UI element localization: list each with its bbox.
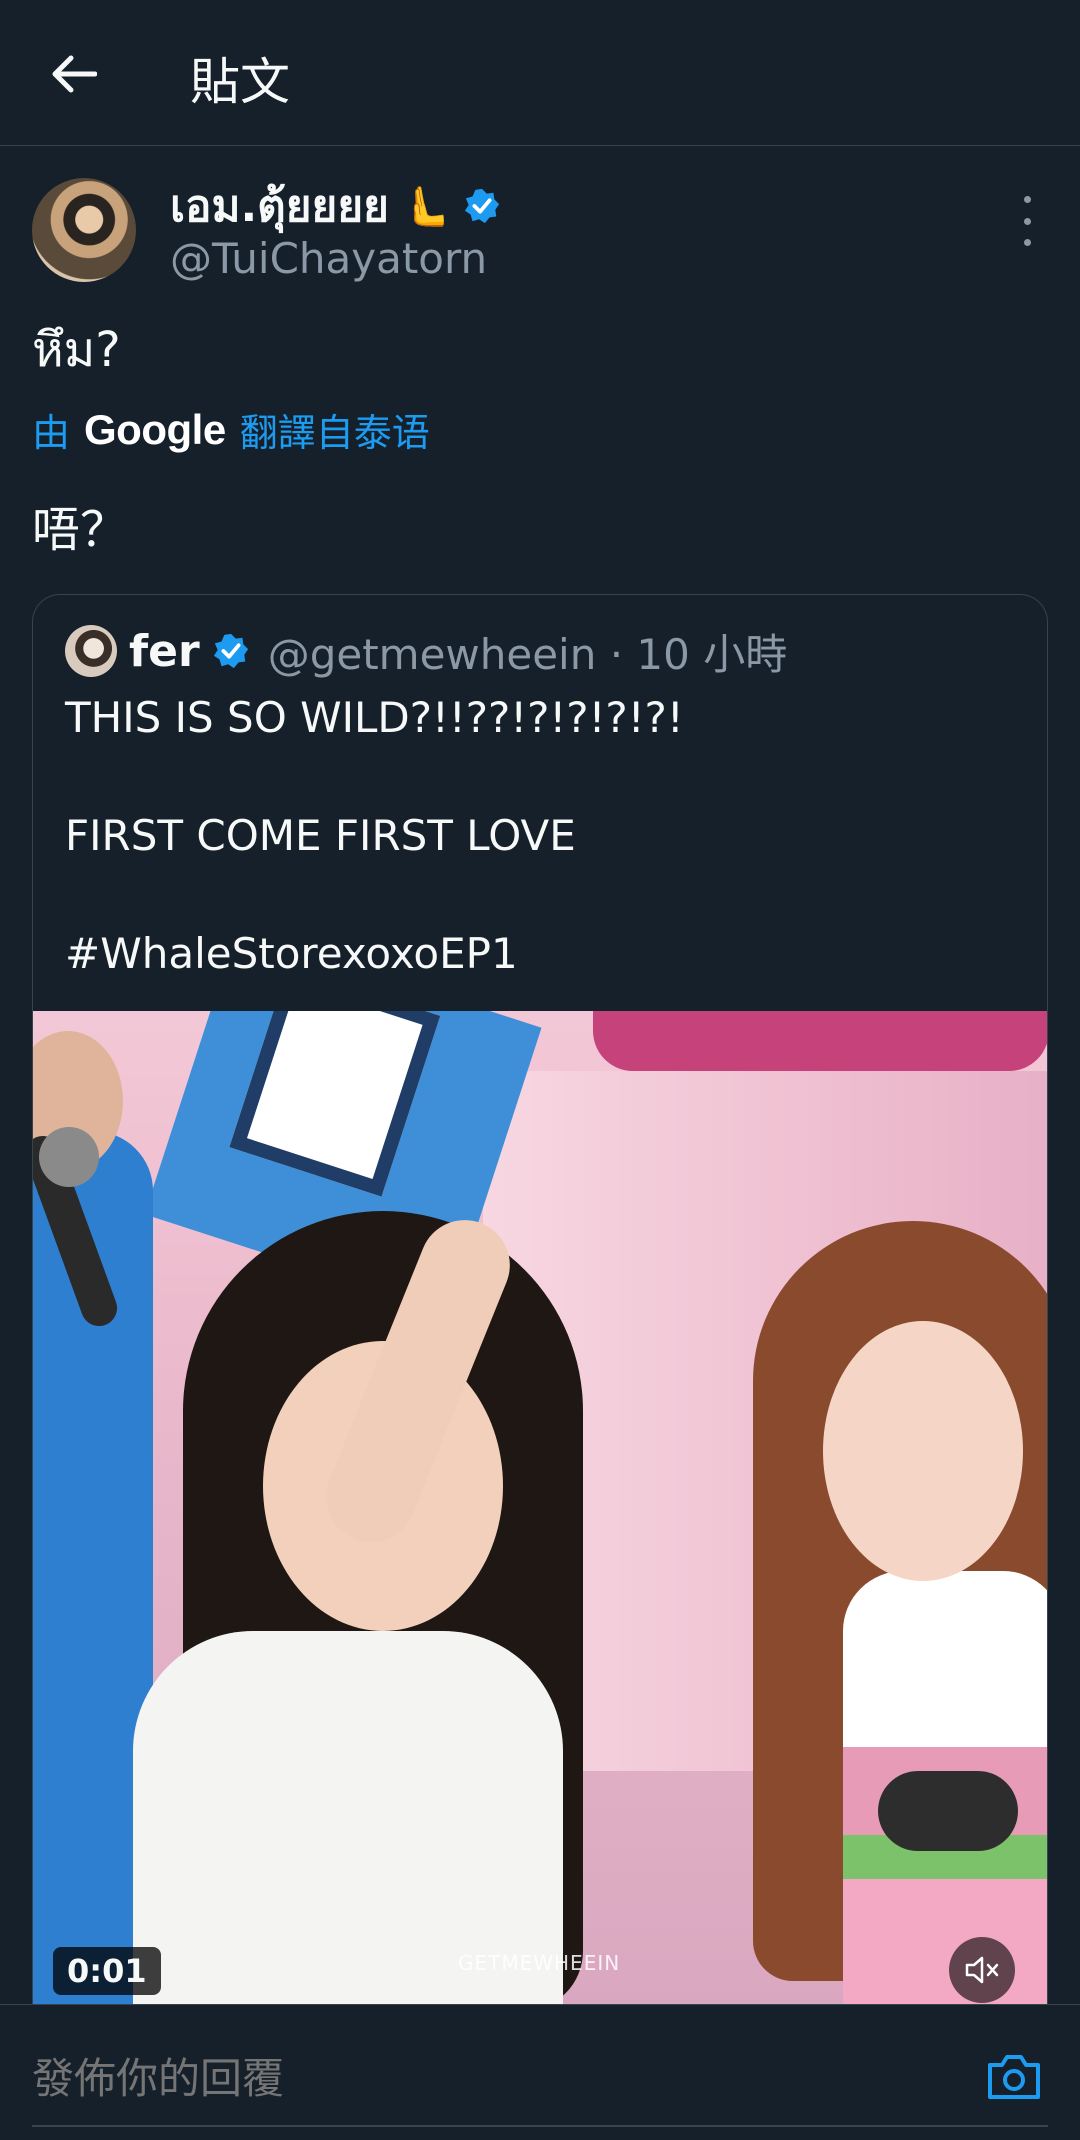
quote-avatar xyxy=(65,625,117,677)
mute-button[interactable] xyxy=(949,1937,1015,2003)
author-handle[interactable]: @TuiChayatorn xyxy=(170,234,487,283)
person-right-face xyxy=(823,1321,1023,1581)
quote-author-name: fer xyxy=(129,625,200,677)
translate-prefix: 由 xyxy=(32,411,71,455)
camera-icon xyxy=(988,2055,1040,2099)
tweet-text: หึม? xyxy=(32,322,121,378)
reply-bar xyxy=(0,2004,1080,2140)
page-title: 貼文 xyxy=(190,53,290,111)
author-avatar[interactable] xyxy=(32,178,136,282)
microphone-head xyxy=(39,1127,99,1187)
arrow-left-icon xyxy=(52,55,97,93)
google-logo: Google xyxy=(84,405,226,453)
translated-text: 唔？ xyxy=(32,502,129,558)
verified-badge-icon xyxy=(464,188,499,224)
camera-button[interactable] xyxy=(986,2051,1042,2101)
author-name: เอม.ตุ้ยยยย xyxy=(170,181,389,232)
volume-mute-icon xyxy=(965,1956,999,1984)
bow-accessory xyxy=(878,1771,1018,1851)
quote-handle-time: @getmewheein · 10 小時 xyxy=(267,629,788,679)
quote-text-line: THIS IS SO WILD?!!??!?!?!?!?! xyxy=(65,693,684,742)
translate-source: 翻譯自泰语 xyxy=(239,411,430,455)
reply-input[interactable] xyxy=(32,2049,932,2109)
back-button[interactable] xyxy=(44,44,104,104)
top-bar: 貼文 xyxy=(0,0,1080,146)
app-root: 貼文 เอม.ตุ้ยยยย 🫷 @TuiChayatorn หึม? 由 Go… xyxy=(0,0,1080,2140)
author-name-row[interactable]: เอม.ตุ้ยยยย 🫷 xyxy=(170,178,501,234)
hand-emoji: 🫷 xyxy=(400,183,451,230)
verified-badge-icon xyxy=(213,633,248,669)
reply-underline xyxy=(32,2125,1048,2127)
quote-hashtag[interactable]: #WhaleStorexoxoEP1 xyxy=(65,929,518,978)
quote-text-line: FIRST COME FIRST LOVE xyxy=(65,811,576,860)
quote-header: fer @getmewheein · 10 小時 xyxy=(129,619,787,683)
stage-banner xyxy=(593,1011,1047,1071)
translation-attribution[interactable]: 由 Google 翻譯自泰语 xyxy=(32,402,430,457)
person-center-body xyxy=(133,1631,563,2004)
quoted-tweet-card[interactable]: fer @getmewheein · 10 小時 THIS IS SO WILD… xyxy=(32,594,1048,2004)
more-options-icon[interactable] xyxy=(1010,196,1044,246)
video-watermark: GETMEWHEEIN xyxy=(458,1951,621,1975)
video-timestamp: 0:01 xyxy=(53,1947,161,1995)
video-player[interactable]: GETMEWHEEIN 0:01 xyxy=(33,1011,1047,2004)
